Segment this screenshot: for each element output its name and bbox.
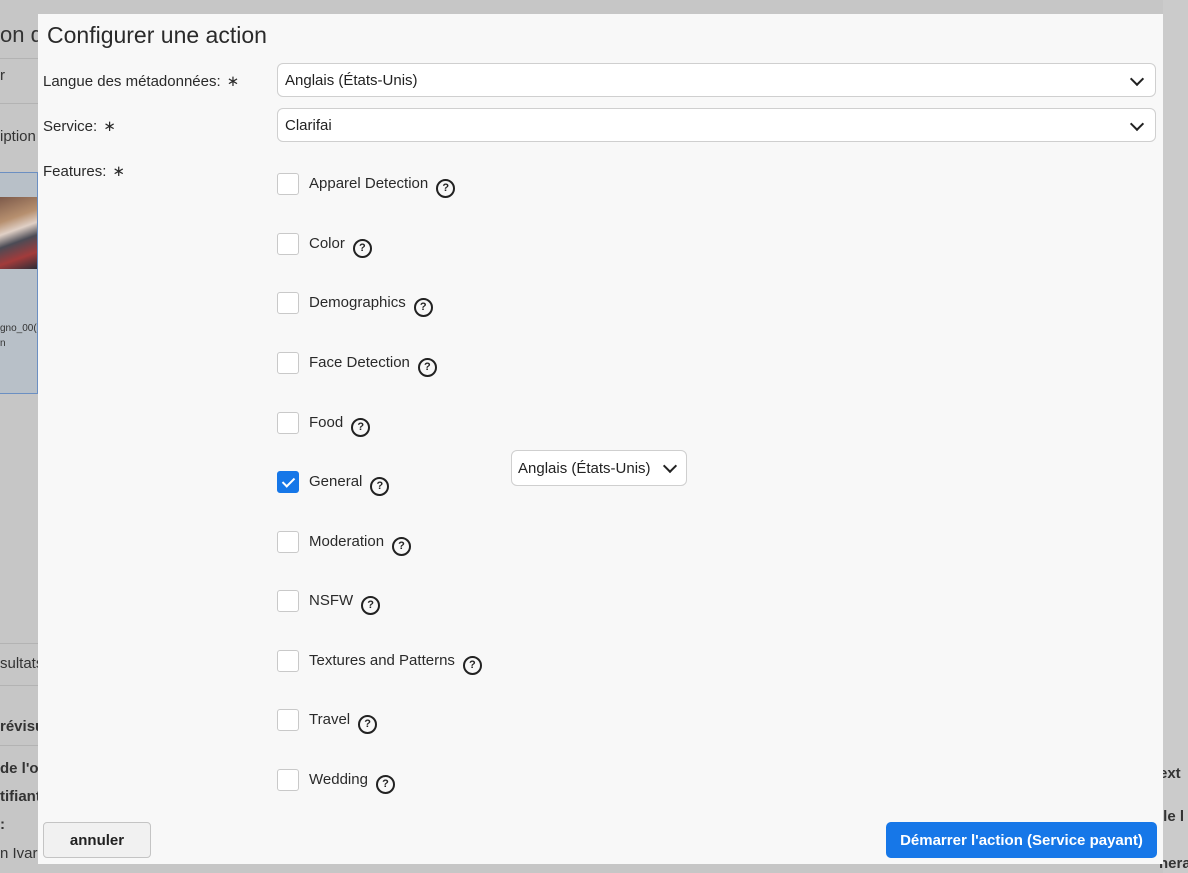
bg-right-fragment: nera [1159,855,1188,872]
feature-checkbox[interactable] [277,352,299,374]
bg-dropdown-fragment: r [0,67,5,84]
feature-checkbox[interactable] [277,769,299,791]
cancel-button[interactable]: annuler [43,822,151,858]
help-icon[interactable]: ? [417,358,437,377]
feature-label: General [309,473,363,490]
bg-field-fragment: tifiant [0,788,41,805]
help-icon[interactable]: ? [351,418,371,437]
help-icon[interactable]: ? [413,298,433,317]
required-mark: ∗ [226,73,240,90]
thumbnail-caption: gno_00( [0,323,37,334]
thumbnail-caption-2: n [0,338,6,349]
divider [0,685,38,686]
help-icon[interactable]: ? [370,477,390,496]
divider [0,103,38,104]
metadata-language-value: Anglais (États-Unis) [285,72,418,89]
feature-checkbox[interactable] [277,650,299,672]
start-action-button[interactable]: Démarrer l'action (Service payant) [886,822,1157,858]
chevron-down-icon [1129,116,1145,132]
bg-asset-thumbnail: gno_00( n [0,172,38,394]
service-select[interactable]: Clarifai [277,108,1156,142]
metadata-language-label: Langue des métadonnées: ∗ [43,73,240,90]
feature-checkbox[interactable] [277,412,299,434]
chevron-down-icon [662,458,678,474]
metadata-language-select[interactable]: Anglais (États-Unis) [277,63,1156,97]
feature-label: Demographics [309,294,406,311]
required-mark: ∗ [112,163,125,180]
help-icon[interactable]: ? [358,715,378,734]
divider [0,58,38,59]
configure-action-dialog: Configurer une action Langue des métadon… [38,14,1163,864]
feature-checkbox[interactable] [277,531,299,553]
feature-label: Wedding [309,771,368,788]
help-icon[interactable]: ? [361,596,381,615]
divider [0,745,38,746]
feature-checkbox[interactable] [277,590,299,612]
dialog-title: Configurer une action [47,22,267,48]
feature-label: Textures and Patterns [309,652,455,669]
bg-field-fragment: de l'o [0,760,39,777]
feature-label: Apparel Detection [309,175,429,192]
required-mark: ∗ [103,118,116,135]
feature-checkbox[interactable] [277,709,299,731]
bg-field-fragment: : [0,816,5,833]
general-language-select[interactable]: Anglais (États-Unis) [511,450,687,486]
divider [0,643,38,644]
bg-right-panel: ext ile l nera [1159,0,1188,873]
help-icon[interactable]: ? [436,179,456,198]
feature-label: Face Detection [309,354,410,371]
service-value: Clarifai [285,117,332,134]
service-label: Service: ∗ [43,118,116,135]
chevron-down-icon [1129,71,1145,87]
feature-checkbox[interactable] [277,233,299,255]
feature-label: Moderation [309,533,385,550]
help-icon[interactable]: ? [352,239,372,258]
feature-label: NSFW [309,592,354,609]
general-language-value: Anglais (États-Unis) [518,460,651,477]
features-label: Features: ∗ [43,163,125,180]
feature-label: Food [309,414,344,431]
thumbnail-photo [0,197,37,269]
feature-label: Color [309,235,345,252]
bg-field-fragment: n Ivar [0,845,38,862]
bg-tab-fragment: iption [0,128,36,145]
help-icon[interactable]: ? [375,775,395,794]
bg-results-fragment: sultats [0,655,44,672]
feature-checkbox[interactable] [277,173,299,195]
help-icon[interactable]: ? [392,537,412,556]
feature-checkbox-checked[interactable] [277,471,299,493]
bg-title-fragment: on d [0,22,43,47]
feature-checkbox[interactable] [277,292,299,314]
feature-label: Travel [309,711,351,728]
help-icon[interactable]: ? [462,656,482,675]
